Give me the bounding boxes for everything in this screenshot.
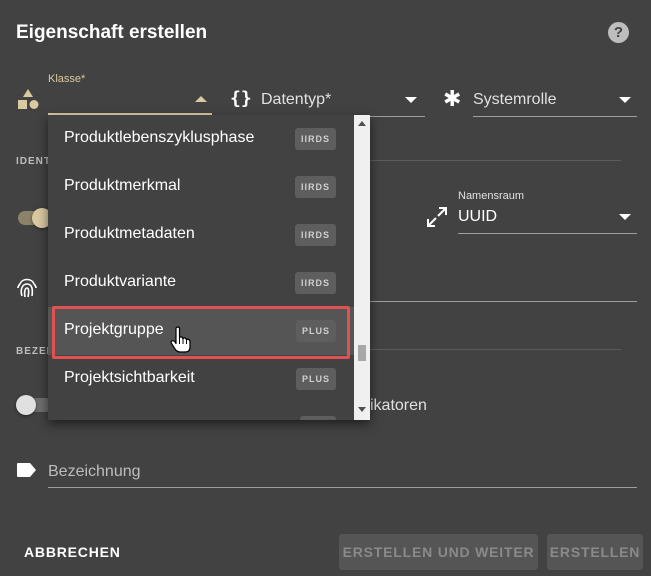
dropdown-item-produktlebenszyklusphase[interactable]: Produktlebenszyklusphase IIRDS bbox=[48, 115, 354, 163]
scroll-down-icon[interactable] bbox=[358, 407, 366, 412]
source-badge: IIRDS bbox=[294, 176, 336, 198]
scrollbar-thumb[interactable] bbox=[358, 345, 366, 361]
toggle-off[interactable] bbox=[16, 395, 36, 415]
create-and-continue-button[interactable]: ERSTELLEN UND WEITER bbox=[339, 534, 538, 570]
curly-braces-icon: {} bbox=[230, 88, 252, 109]
highlight-box bbox=[52, 306, 350, 359]
section-divider bbox=[370, 349, 621, 350]
section-identifikation-label: IDENT bbox=[16, 156, 51, 167]
dropdown-item-label: Produktlebenszyklusphase bbox=[64, 129, 255, 146]
identifier-field-underline bbox=[370, 301, 637, 302]
label-tag-icon bbox=[17, 463, 36, 477]
systemrolle-select[interactable] bbox=[473, 86, 637, 116]
create-button[interactable]: ERSTELLEN bbox=[547, 534, 643, 570]
cancel-button[interactable]: ABBRECHEN bbox=[24, 544, 121, 560]
dropdown-item-label: Produktmetadaten bbox=[64, 225, 195, 242]
chevron-up-icon[interactable] bbox=[195, 96, 207, 102]
source-badge: IIRDS bbox=[294, 128, 336, 150]
source-badge: PLUS bbox=[295, 368, 336, 390]
section-bezeichnung-label: BEZEI bbox=[16, 346, 51, 357]
hand-cursor-icon bbox=[170, 326, 191, 353]
dropdown-scrollbar[interactable] bbox=[354, 115, 370, 420]
klasse-label: Klasse* bbox=[48, 73, 86, 85]
dialog-title: Eigenschaft erstellen bbox=[16, 22, 208, 43]
source-badge: IIRDS bbox=[294, 272, 336, 294]
namensraum-label: Namensraum bbox=[458, 190, 525, 202]
dropdown-item-label: Produktvariante bbox=[64, 273, 177, 290]
bezeichnung-underline bbox=[48, 487, 637, 488]
scroll-up-icon[interactable] bbox=[358, 121, 366, 126]
namensraum-underline bbox=[458, 233, 637, 234]
systemrolle-underline bbox=[473, 116, 637, 117]
identifikatoren-toggle-label: ikatoren bbox=[370, 397, 427, 414]
dropdown-item-partial[interactable] bbox=[48, 403, 354, 420]
dropdown-item-produktvariante[interactable]: Produktvariante IIRDS bbox=[48, 259, 354, 307]
shapes-icon bbox=[18, 89, 39, 109]
fingerprint-icon bbox=[17, 278, 37, 298]
bezeichnung-input[interactable] bbox=[48, 458, 637, 487]
dropdown-item-label: Produktmerkmal bbox=[64, 177, 181, 194]
dropdown-item-projektsichtbarkeit[interactable]: Projektsichtbarkeit PLUS bbox=[48, 355, 354, 403]
klasse-dropdown-menu[interactable]: Produktlebenszyklusphase IIRDS Produktme… bbox=[48, 115, 370, 420]
datentyp-select[interactable] bbox=[261, 86, 425, 116]
asterisk-icon: ✱ bbox=[443, 86, 462, 111]
dropdown-item-label: Projektsichtbarkeit bbox=[64, 369, 195, 386]
source-badge: IIRDS bbox=[294, 224, 336, 246]
section-divider bbox=[370, 160, 621, 161]
dropdown-item-produktmetadaten[interactable]: Produktmetadaten IIRDS bbox=[48, 211, 354, 259]
help-icon[interactable]: ? bbox=[608, 22, 629, 43]
klasse-input[interactable] bbox=[48, 86, 212, 112]
expand-arrows-icon bbox=[427, 207, 447, 227]
dropdown-item-produktmerkmal[interactable]: Produktmerkmal IIRDS bbox=[48, 163, 354, 211]
source-badge bbox=[300, 416, 336, 420]
namensraum-select[interactable] bbox=[458, 205, 637, 233]
